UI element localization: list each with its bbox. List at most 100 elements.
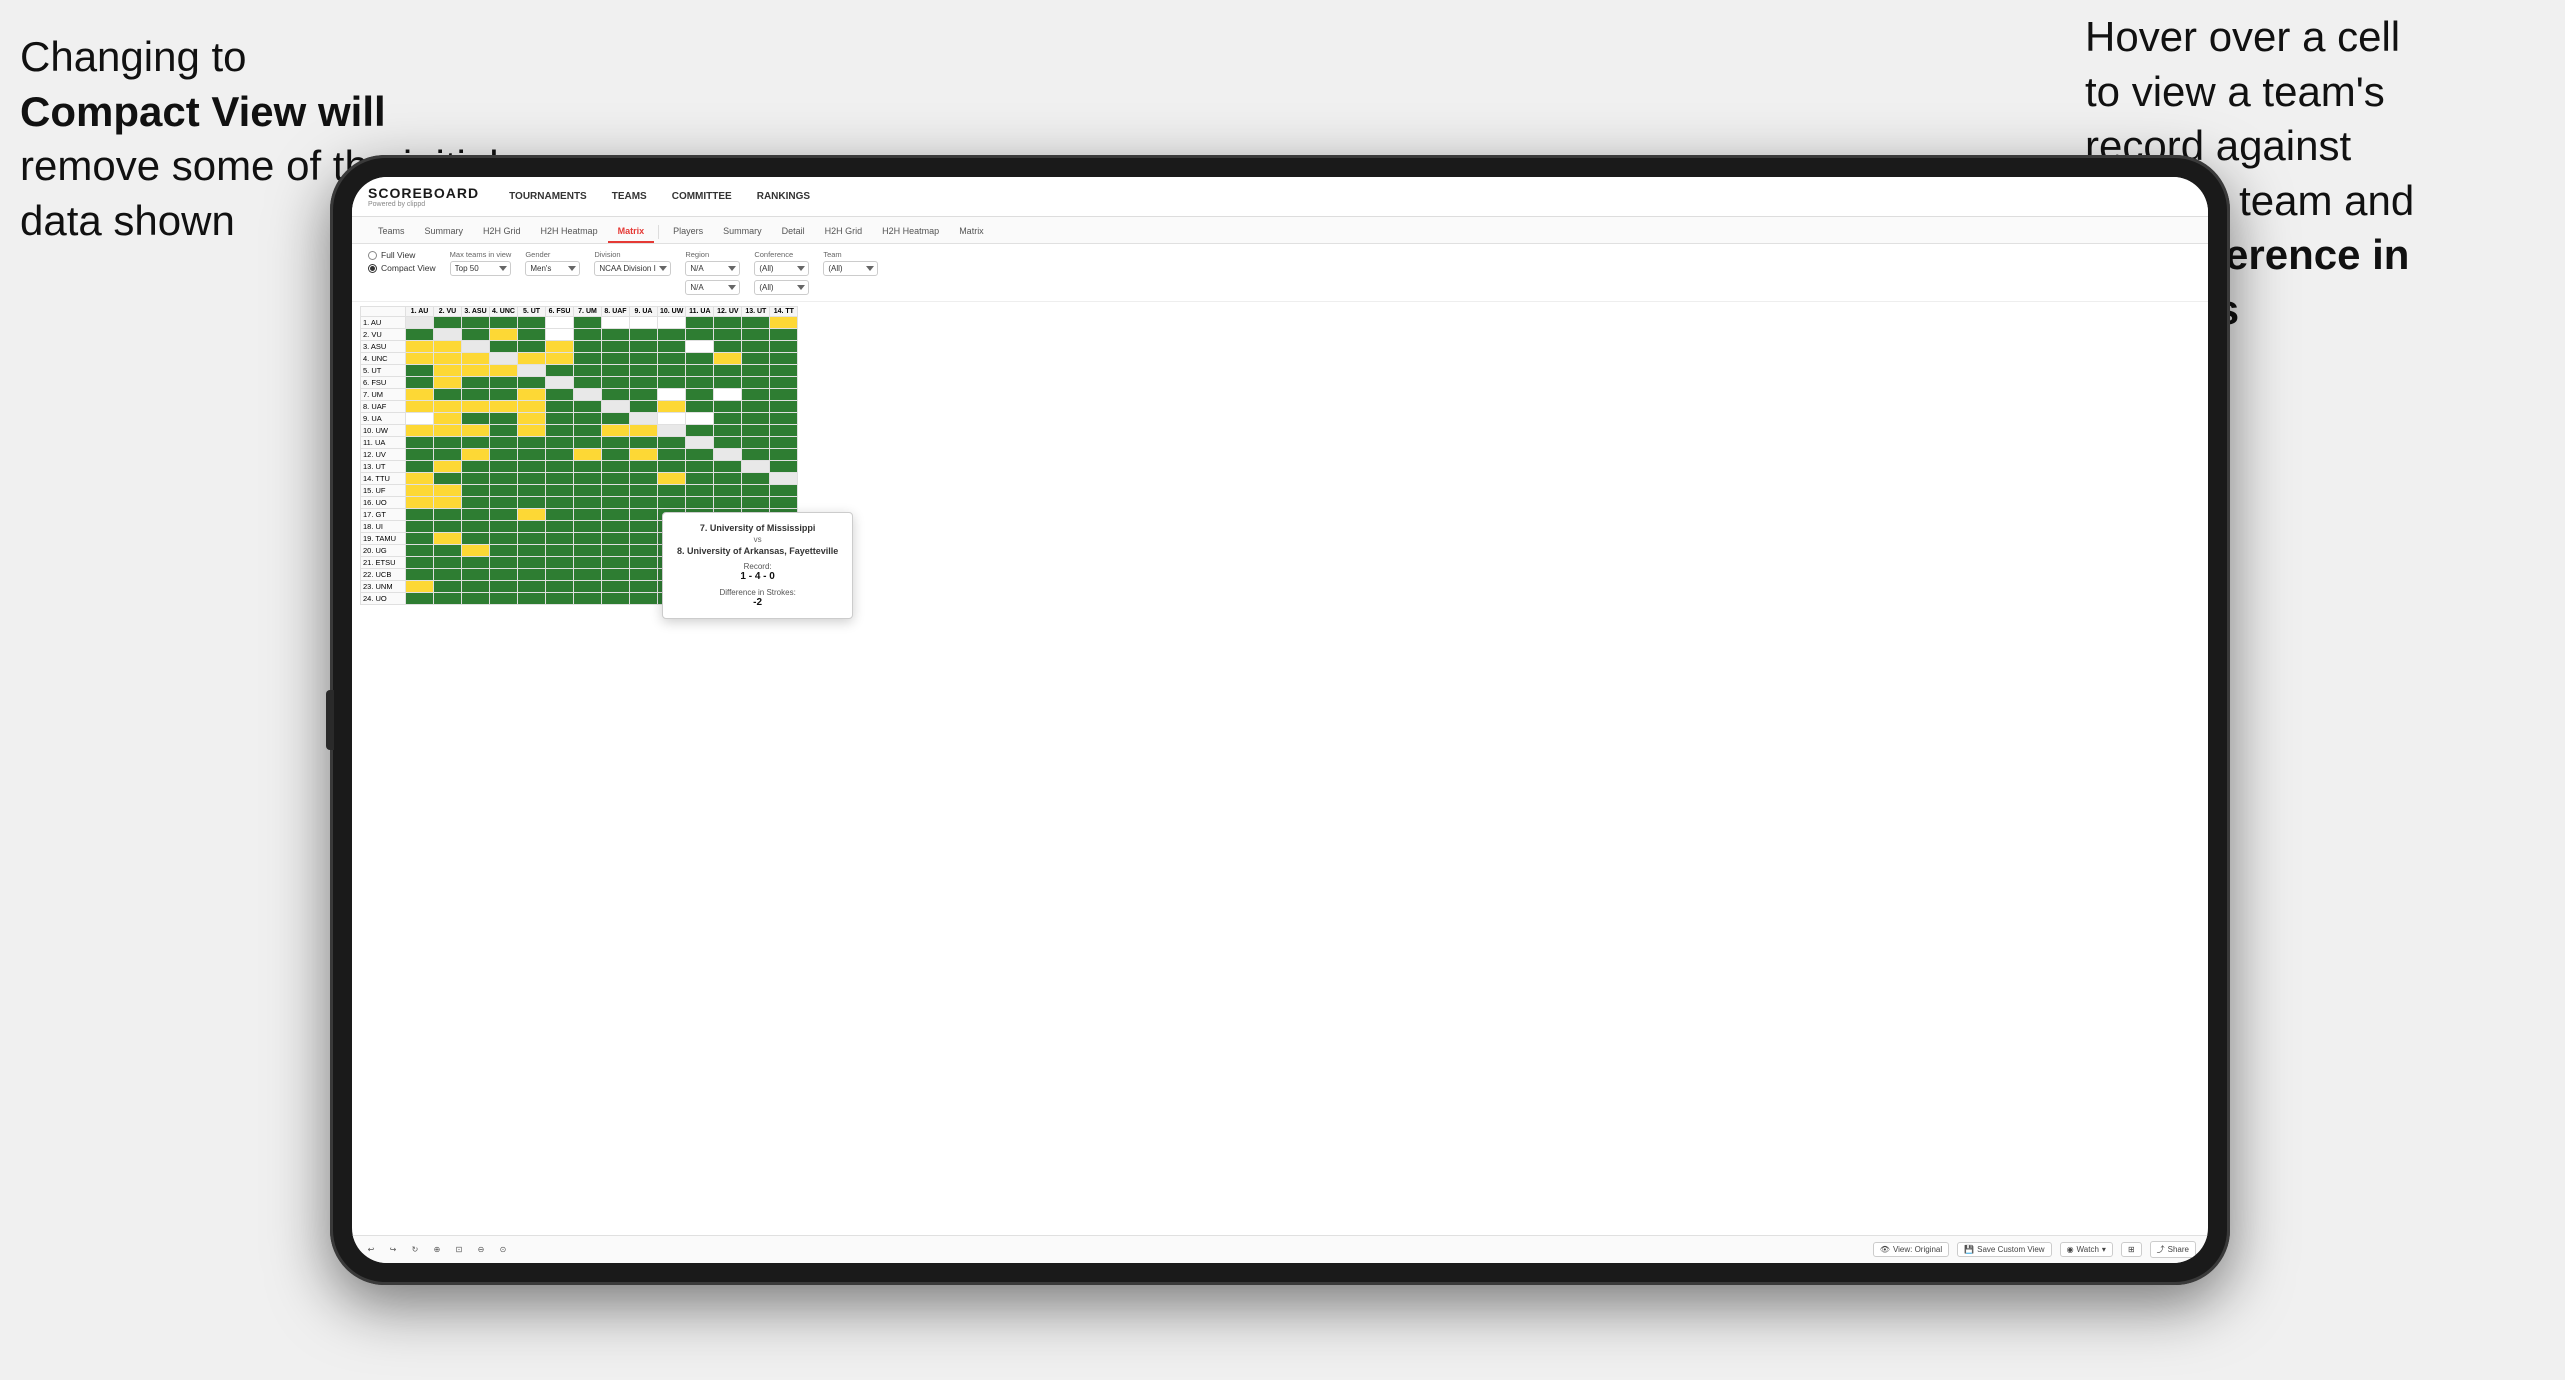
matrix-cell-15-10[interactable] <box>686 497 714 509</box>
matrix-cell-22-0[interactable] <box>406 581 434 593</box>
matrix-cell-7-7[interactable] <box>602 401 630 413</box>
matrix-cell-15-9[interactable] <box>658 497 686 509</box>
matrix-cell-12-10[interactable] <box>686 461 714 473</box>
matrix-cell-18-5[interactable] <box>546 533 574 545</box>
matrix-cell-22-5[interactable] <box>546 581 574 593</box>
matrix-cell-16-2[interactable] <box>462 509 490 521</box>
matrix-cell-14-2[interactable] <box>462 485 490 497</box>
matrix-cell-19-5[interactable] <box>546 545 574 557</box>
matrix-cell-1-9[interactable] <box>658 329 686 341</box>
matrix-cell-13-0[interactable] <box>406 473 434 485</box>
matrix-cell-6-6[interactable] <box>574 389 602 401</box>
matrix-cell-10-3[interactable] <box>490 437 518 449</box>
matrix-cell-17-6[interactable] <box>574 521 602 533</box>
matrix-cell-10-7[interactable] <box>602 437 630 449</box>
matrix-cell-18-0[interactable] <box>406 533 434 545</box>
matrix-cell-0-9[interactable] <box>658 317 686 329</box>
matrix-cell-0-13[interactable] <box>770 317 798 329</box>
matrix-cell-8-5[interactable] <box>546 413 574 425</box>
matrix-cell-17-8[interactable] <box>630 521 658 533</box>
matrix-cell-17-0[interactable] <box>406 521 434 533</box>
matrix-cell-6-4[interactable] <box>518 389 546 401</box>
matrix-cell-16-6[interactable] <box>574 509 602 521</box>
matrix-cell-20-0[interactable] <box>406 557 434 569</box>
matrix-cell-11-7[interactable] <box>602 449 630 461</box>
matrix-cell-13-11[interactable] <box>714 473 742 485</box>
matrix-cell-6-11[interactable] <box>714 389 742 401</box>
matrix-cell-2-13[interactable] <box>770 341 798 353</box>
matrix-cell-9-6[interactable] <box>574 425 602 437</box>
matrix-cell-21-8[interactable] <box>630 569 658 581</box>
matrix-cell-11-13[interactable] <box>770 449 798 461</box>
matrix-cell-1-12[interactable] <box>742 329 770 341</box>
matrix-cell-18-8[interactable] <box>630 533 658 545</box>
matrix-cell-21-5[interactable] <box>546 569 574 581</box>
refresh-icon[interactable]: ↻ <box>408 1243 422 1257</box>
matrix-cell-7-10[interactable] <box>686 401 714 413</box>
matrix-cell-0-0[interactable] <box>406 317 434 329</box>
matrix-cell-16-1[interactable] <box>434 509 462 521</box>
matrix-cell-21-3[interactable] <box>490 569 518 581</box>
matrix-cell-2-0[interactable] <box>406 341 434 353</box>
matrix-cell-11-3[interactable] <box>490 449 518 461</box>
matrix-cell-18-7[interactable] <box>602 533 630 545</box>
matrix-cell-0-1[interactable] <box>434 317 462 329</box>
matrix-cell-6-3[interactable] <box>490 389 518 401</box>
matrix-cell-4-3[interactable] <box>490 365 518 377</box>
matrix-cell-17-2[interactable] <box>462 521 490 533</box>
matrix-cell-16-3[interactable] <box>490 509 518 521</box>
matrix-cell-10-13[interactable] <box>770 437 798 449</box>
matrix-cell-14-5[interactable] <box>546 485 574 497</box>
matrix-cell-3-6[interactable] <box>574 353 602 365</box>
matrix-cell-9-8[interactable] <box>630 425 658 437</box>
matrix-cell-7-5[interactable] <box>546 401 574 413</box>
matrix-cell-13-12[interactable] <box>742 473 770 485</box>
matrix-cell-3-1[interactable] <box>434 353 462 365</box>
matrix-cell-20-7[interactable] <box>602 557 630 569</box>
matrix-cell-9-5[interactable] <box>546 425 574 437</box>
save-custom-button[interactable]: 💾 Save Custom View <box>1957 1242 2051 1257</box>
matrix-cell-1-2[interactable] <box>462 329 490 341</box>
matrix-cell-2-11[interactable] <box>714 341 742 353</box>
matrix-cell-22-8[interactable] <box>630 581 658 593</box>
matrix-cell-15-7[interactable] <box>602 497 630 509</box>
matrix-cell-5-11[interactable] <box>714 377 742 389</box>
division-select[interactable]: NCAA Division I <box>594 261 671 276</box>
matrix-cell-13-7[interactable] <box>602 473 630 485</box>
nav-teams[interactable]: TEAMS <box>612 191 647 202</box>
matrix-cell-1-0[interactable] <box>406 329 434 341</box>
matrix-cell-19-6[interactable] <box>574 545 602 557</box>
max-teams-select[interactable]: Top 50 <box>450 261 512 276</box>
matrix-cell-4-9[interactable] <box>658 365 686 377</box>
matrix-cell-2-8[interactable] <box>630 341 658 353</box>
matrix-cell-12-12[interactable] <box>742 461 770 473</box>
matrix-cell-0-12[interactable] <box>742 317 770 329</box>
matrix-cell-6-13[interactable] <box>770 389 798 401</box>
matrix-cell-6-1[interactable] <box>434 389 462 401</box>
share-button[interactable]: ⤴ Share <box>2150 1241 2196 1258</box>
matrix-cell-13-10[interactable] <box>686 473 714 485</box>
matrix-cell-10-10[interactable] <box>686 437 714 449</box>
matrix-cell-20-8[interactable] <box>630 557 658 569</box>
matrix-cell-9-3[interactable] <box>490 425 518 437</box>
matrix-cell-5-4[interactable] <box>518 377 546 389</box>
matrix-cell-9-11[interactable] <box>714 425 742 437</box>
matrix-cell-10-4[interactable] <box>518 437 546 449</box>
matrix-cell-19-8[interactable] <box>630 545 658 557</box>
matrix-cell-8-13[interactable] <box>770 413 798 425</box>
matrix-cell-2-6[interactable] <box>574 341 602 353</box>
matrix-cell-9-0[interactable] <box>406 425 434 437</box>
matrix-cell-4-6[interactable] <box>574 365 602 377</box>
matrix-cell-11-10[interactable] <box>686 449 714 461</box>
matrix-cell-20-2[interactable] <box>462 557 490 569</box>
compact-view-option[interactable]: Compact View <box>368 263 436 273</box>
matrix-cell-17-7[interactable] <box>602 521 630 533</box>
team-select[interactable]: (All) <box>823 261 878 276</box>
matrix-cell-13-1[interactable] <box>434 473 462 485</box>
nav-tournaments[interactable]: TOURNAMENTS <box>509 191 587 202</box>
matrix-cell-11-8[interactable] <box>630 449 658 461</box>
matrix-cell-14-7[interactable] <box>602 485 630 497</box>
matrix-cell-2-10[interactable] <box>686 341 714 353</box>
matrix-cell-4-12[interactable] <box>742 365 770 377</box>
matrix-cell-15-3[interactable] <box>490 497 518 509</box>
